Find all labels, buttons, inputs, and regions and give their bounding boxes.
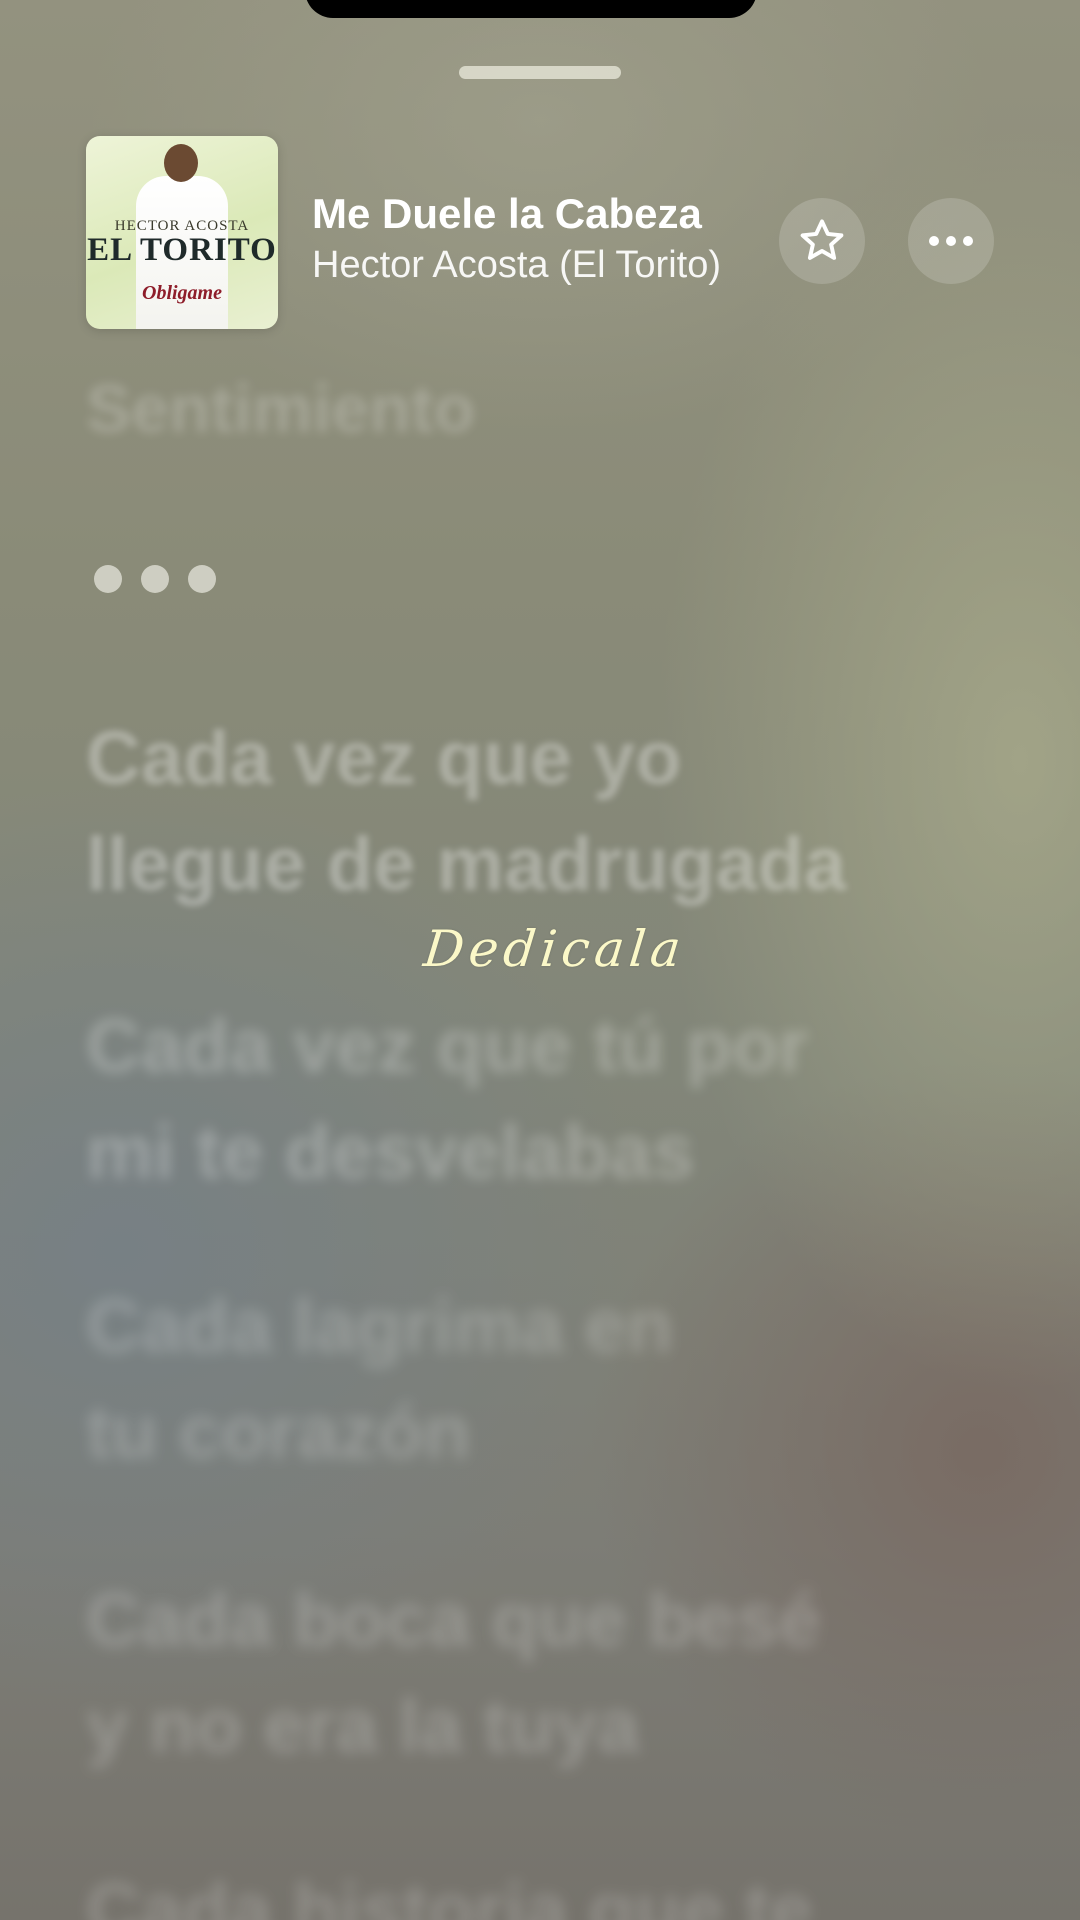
- more-options-button[interactable]: [908, 198, 994, 284]
- artwork-main-text: EL TORITO: [87, 232, 277, 268]
- lyric-line: Cada vez que yo: [86, 716, 682, 801]
- lyric-line: Cada boca que besé: [86, 1578, 821, 1663]
- handwritten-dedication-overlay: Dedicala: [420, 920, 689, 978]
- lyric-line: mi te desvelabas: [86, 1110, 695, 1195]
- lyric-line: llegue de madrugada: [86, 822, 847, 907]
- favorite-button[interactable]: [779, 198, 865, 284]
- ellipsis-icon: [929, 236, 973, 246]
- album-artwork[interactable]: HECTOR ACOSTA EL TORITO Obligame: [86, 136, 278, 329]
- star-outline-icon: [800, 219, 844, 260]
- lyric-line: y no era la tuya: [86, 1684, 640, 1769]
- song-title: Me Duele la Cabeza: [312, 190, 702, 237]
- dot: [188, 565, 216, 593]
- lyric-block[interactable]: Cada vez que yo llegue de madrugada: [86, 706, 846, 918]
- lyric-line: tu corazón: [86, 1390, 471, 1475]
- lyric-block[interactable]: Cada lagrima en tu corazón: [86, 1274, 673, 1486]
- song-artist[interactable]: Hector Acosta (El Torito): [312, 244, 721, 287]
- device-notch: [305, 0, 757, 18]
- artwork-figure-head: [164, 144, 198, 182]
- dot: [141, 565, 169, 593]
- artwork-album-text: Obligame: [142, 282, 222, 304]
- lyric-block[interactable]: Cada vez que tú por mi te desvelabas: [86, 994, 808, 1206]
- lyric-line: Cada lagrima en: [86, 1284, 674, 1369]
- sheet-grabber-handle[interactable]: [459, 66, 621, 79]
- lyric-block[interactable]: Cada boca que besé y no era la tuya: [86, 1568, 821, 1780]
- lyric-block[interactable]: Cada historia que te: [86, 1858, 812, 1920]
- instrumental-dots-indicator: [94, 565, 216, 593]
- now-playing-header: HECTOR ACOSTA EL TORITO Obligame Me Duel…: [86, 136, 1006, 330]
- dot: [94, 565, 122, 593]
- lyric-line: Cada historia que te: [86, 1868, 813, 1920]
- lyric-line-previous[interactable]: Sentimiento: [86, 370, 475, 448]
- lyric-line: Cada vez que tú por: [86, 1004, 809, 1089]
